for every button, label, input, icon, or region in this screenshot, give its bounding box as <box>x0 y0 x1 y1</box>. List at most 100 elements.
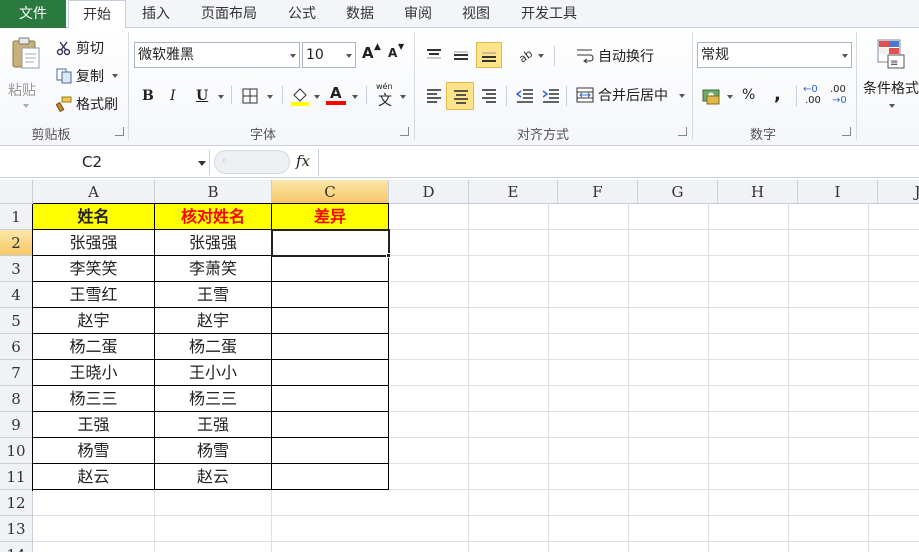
row-header[interactable]: 3 <box>0 256 33 282</box>
tab-formulas[interactable]: 公式 <box>278 0 326 28</box>
cell-b1[interactable]: 核对姓名 <box>155 204 272 230</box>
underline-button[interactable]: U <box>196 88 208 104</box>
align-center-button[interactable] <box>446 82 474 110</box>
row-header[interactable]: 14 <box>0 542 33 552</box>
grow-font-button[interactable]: A ▲ <box>362 42 384 66</box>
cell-b4[interactable]: 王雪 <box>155 282 272 308</box>
format-painter-button[interactable]: 格式刷 <box>54 94 130 114</box>
cell-a7[interactable]: 王晓小 <box>33 360 155 386</box>
merge-center-button[interactable]: 合并后居中 <box>576 85 688 107</box>
cell-a6[interactable]: 杨二蛋 <box>33 334 155 360</box>
cell-b2[interactable]: 张强强 <box>155 230 272 256</box>
comma-button[interactable]: , <box>774 84 781 105</box>
row-header[interactable]: 9 <box>0 412 33 438</box>
cell-c1[interactable]: 差异 <box>272 204 389 230</box>
cell-a2[interactable]: 张强强 <box>33 230 155 256</box>
row-header[interactable]: 6 <box>0 334 33 360</box>
cell-b9[interactable]: 王强 <box>155 412 272 438</box>
cell-c11[interactable] <box>272 464 389 490</box>
currency-icon[interactable] <box>702 87 722 105</box>
cell-c8[interactable] <box>272 386 389 412</box>
cell-b6[interactable]: 杨二蛋 <box>155 334 272 360</box>
insert-function-icon[interactable]: fx <box>296 152 310 170</box>
font-size-combo[interactable]: 10 <box>302 42 356 68</box>
percent-button[interactable]: % <box>742 87 755 103</box>
cell-c10[interactable] <box>272 438 389 464</box>
cell-c6[interactable] <box>272 334 389 360</box>
italic-button[interactable]: I <box>170 88 176 104</box>
align-middle-icon[interactable] <box>453 48 469 62</box>
row-header[interactable]: 13 <box>0 516 33 542</box>
number-format-combo[interactable]: 常规 <box>697 42 852 68</box>
column-header-i[interactable]: I <box>798 180 878 204</box>
increase-decimal-button[interactable]: ←0 .00 <box>803 84 825 108</box>
decrease-decimal-button[interactable]: .00 →0 <box>830 84 852 108</box>
column-header-d[interactable]: D <box>389 180 469 204</box>
align-right-icon[interactable] <box>481 89 497 103</box>
fill-color-icon[interactable] <box>290 86 310 106</box>
tab-view[interactable]: 视图 <box>452 0 500 28</box>
cell-a10[interactable]: 杨雪 <box>33 438 155 464</box>
column-header-h[interactable]: H <box>718 180 798 204</box>
cell-b7[interactable]: 王小小 <box>155 360 272 386</box>
font-color-button[interactable]: A <box>326 84 346 106</box>
cell-a3[interactable]: 李笑笑 <box>33 256 155 282</box>
tab-page-layout[interactable]: 页面布局 <box>190 0 268 28</box>
column-header-c[interactable]: C <box>272 180 389 204</box>
dialog-launcher-icon[interactable] <box>400 127 409 136</box>
tab-review[interactable]: 审阅 <box>394 0 442 28</box>
cell-b10[interactable]: 杨雪 <box>155 438 272 464</box>
column-header-f[interactable]: F <box>558 180 638 204</box>
empty-cells-area[interactable] <box>389 204 919 552</box>
select-all-corner[interactable] <box>0 180 33 204</box>
align-left-icon[interactable] <box>426 89 442 103</box>
align-top-icon[interactable] <box>426 48 442 62</box>
row-header[interactable]: 1 <box>0 204 33 230</box>
cell-a1[interactable]: 姓名 <box>33 204 155 230</box>
dialog-launcher-icon[interactable] <box>678 127 687 136</box>
cell-c7[interactable] <box>272 360 389 386</box>
font-name-combo[interactable]: 微软雅黑 <box>134 42 300 68</box>
formula-input[interactable] <box>318 149 919 176</box>
copy-button[interactable]: 复制 <box>54 66 130 86</box>
dialog-launcher-icon[interactable] <box>115 127 124 136</box>
row-header[interactable]: 8 <box>0 386 33 412</box>
cell-c3[interactable] <box>272 256 389 282</box>
empty-cells-area-below[interactable] <box>33 490 389 552</box>
shrink-font-button[interactable]: A ▼ <box>388 42 410 68</box>
cell-b5[interactable]: 赵宇 <box>155 308 272 334</box>
dialog-launcher-icon[interactable] <box>842 127 851 136</box>
borders-icon[interactable] <box>242 88 258 104</box>
bold-button[interactable]: B <box>142 88 154 104</box>
cell-b3[interactable]: 李萧笑 <box>155 256 272 282</box>
cell-c9[interactable] <box>272 412 389 438</box>
increase-indent-icon[interactable] <box>542 88 560 104</box>
row-header[interactable]: 11 <box>0 464 33 490</box>
formula-bar-resize-handle[interactable]: ◦ <box>214 150 290 174</box>
cell-a8[interactable]: 杨三三 <box>33 386 155 412</box>
cell-a11[interactable]: 赵云 <box>33 464 155 490</box>
row-header[interactable]: 7 <box>0 360 33 386</box>
cell-a4[interactable]: 王雪红 <box>33 282 155 308</box>
column-header-a[interactable]: A <box>33 180 155 204</box>
orientation-icon[interactable]: ab <box>516 46 534 64</box>
wrap-text-button[interactable]: 自动换行 <box>576 46 686 68</box>
conditional-format-button[interactable]: ≡ 条件格式 <box>860 32 919 122</box>
cut-button[interactable]: 剪切 <box>54 38 130 58</box>
align-bottom-button[interactable] <box>476 42 502 68</box>
tab-home[interactable]: 开始 <box>68 0 126 29</box>
cell-c4[interactable] <box>272 282 389 308</box>
fill-handle[interactable] <box>386 253 391 258</box>
column-header-b[interactable]: B <box>155 180 272 204</box>
row-header[interactable]: 4 <box>0 282 33 308</box>
tab-developer[interactable]: 开发工具 <box>510 0 588 28</box>
decrease-indent-icon[interactable] <box>516 88 534 104</box>
column-header-e[interactable]: E <box>469 180 558 204</box>
phonetic-guide-button[interactable]: wén 文 <box>374 82 396 109</box>
name-box[interactable]: C2 <box>0 150 210 175</box>
tab-file[interactable]: 文件 <box>0 0 66 28</box>
cell-b8[interactable]: 杨三三 <box>155 386 272 412</box>
row-header[interactable]: 12 <box>0 490 33 516</box>
tab-data[interactable]: 数据 <box>336 0 384 28</box>
cell-a5[interactable]: 赵宇 <box>33 308 155 334</box>
